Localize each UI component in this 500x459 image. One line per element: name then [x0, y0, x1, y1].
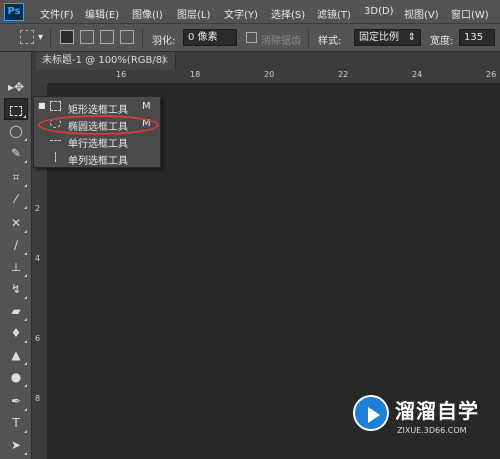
feather-input[interactable]: 0 像素 — [183, 29, 237, 46]
single-row-marquee-icon — [50, 140, 61, 141]
options-bar: ▾ 羽化: 0 像素 消除锯齿 样式: 固定比例 ⇕ 宽度: 135 — [0, 24, 500, 52]
watermark-title: 溜溜自学 — [395, 399, 479, 423]
flyout-item-rectangular-marquee[interactable]: ■ 矩形选框工具 M — [34, 98, 160, 116]
menu-edit[interactable]: 编辑(E) — [85, 6, 119, 21]
move-icon[interactable]: ▸✥ — [4, 76, 28, 98]
menu-view[interactable]: 视图(V) — [404, 6, 439, 21]
pen-icon[interactable]: ✒ — [4, 390, 28, 412]
ruler-tick-label: 24 — [412, 70, 423, 79]
new-selection-icon[interactable] — [60, 30, 74, 44]
path-select-icon[interactable]: ➤ — [4, 434, 28, 456]
menu-file[interactable]: 文件(F) — [40, 6, 74, 21]
close-icon[interactable]: × — [161, 52, 169, 70]
blur-icon[interactable]: ▲ — [4, 344, 28, 366]
crop-icon[interactable]: ⌗ — [4, 166, 28, 188]
tool-preset-arrow-icon[interactable]: ▾ — [38, 32, 43, 43]
style-select[interactable]: 固定比例 ⇕ — [354, 29, 421, 46]
eraser-icon[interactable]: ▰ — [4, 300, 28, 322]
tools-panel: ▸✥ ◯ ✎ ⌗ ⁄ ✕ ∕ ⊥ ↯ ▰ ♦ ▲ ● ✒ T ➤ — [0, 52, 32, 459]
watermark-url: ZIXUE.3D66.COM — [397, 426, 467, 435]
history-brush-icon[interactable]: ↯ — [4, 278, 28, 300]
bucket-icon[interactable]: ♦ — [4, 322, 28, 344]
divider — [50, 28, 51, 48]
stamp-icon[interactable]: ⊥ — [4, 256, 28, 278]
ruler-tick-label: 22 — [338, 70, 349, 79]
flyout-item-label: 矩形选框工具 — [68, 105, 128, 116]
brush-icon[interactable]: ∕ — [4, 234, 28, 256]
photoshop-logo: Ps — [4, 3, 24, 21]
menu-bar: Ps 文件(F) 编辑(E) 图像(I) 图层(L) 文字(Y) 选择(S) 滤… — [0, 0, 500, 24]
dodge-icon[interactable]: ● — [4, 366, 28, 388]
horizontal-ruler: 16 18 20 22 24 26 — [48, 70, 500, 84]
play-logo-icon — [353, 395, 389, 431]
menu-select[interactable]: 选择(S) — [271, 6, 305, 21]
divider — [142, 28, 143, 48]
ruler-tick-label: 8 — [35, 394, 41, 403]
active-bullet-icon: ■ — [38, 101, 46, 110]
highlight-annotation — [38, 115, 159, 135]
document-tab-title: 未标题-1 @ 100%(RGB/8) — [42, 55, 167, 66]
ruler-tick-label: 2 — [35, 204, 41, 213]
menu-window[interactable]: 窗口(W) — [451, 6, 489, 21]
intersect-selection-icon[interactable] — [120, 30, 134, 44]
add-selection-icon[interactable] — [80, 30, 94, 44]
menu-layer[interactable]: 图层(L) — [177, 6, 210, 21]
width-input[interactable]: 135 — [459, 29, 495, 46]
ruler-tick-label: 6 — [35, 334, 41, 343]
menu-3d[interactable]: 3D(D) — [364, 6, 394, 17]
width-label: 宽度: — [430, 36, 454, 47]
menu-filter[interactable]: 滤镜(T) — [317, 6, 351, 21]
flyout-item-single-column-marquee[interactable]: 单列选框工具 — [34, 149, 160, 167]
quick-select-icon[interactable]: ✎ — [4, 142, 28, 164]
watermark: 溜溜自学 ZIXUE.3D66.COM — [353, 389, 478, 444]
divider — [308, 28, 309, 48]
menu-image[interactable]: 图像(I) — [132, 6, 163, 21]
flyout-item-shortcut: M — [142, 101, 151, 112]
style-select-value: 固定比例 — [359, 32, 399, 43]
style-label: 样式: — [318, 36, 342, 47]
menu-type[interactable]: 文字(Y) — [224, 6, 258, 21]
healing-icon[interactable]: ✕ — [4, 212, 28, 234]
subtract-selection-icon[interactable] — [100, 30, 114, 44]
document-tabs: 未标题-1 @ 100%(RGB/8) × — [32, 52, 500, 70]
document-tab[interactable]: 未标题-1 @ 100%(RGB/8) × — [36, 52, 176, 70]
antialias-label: 消除锯齿 — [261, 36, 301, 47]
ruler-tick-label: 20 — [264, 70, 275, 79]
flyout-item-label: 单列选框工具 — [68, 156, 128, 167]
antialias-checkbox[interactable] — [246, 32, 257, 43]
marquee-icon[interactable] — [4, 98, 28, 120]
ruler-tick-label: 18 — [190, 70, 201, 79]
ruler-origin[interactable] — [32, 70, 48, 84]
ruler-tick-label: 16 — [116, 70, 127, 79]
eyedropper-icon[interactable]: ⁄ — [4, 188, 28, 210]
ruler-tick-label: 26 — [486, 70, 497, 79]
type-icon[interactable]: T — [4, 412, 28, 434]
single-column-marquee-icon — [55, 152, 56, 162]
ruler-tick-label: 4 — [35, 254, 41, 263]
chevron-down-icon: ⇕ — [407, 32, 416, 43]
feather-label: 羽化: — [152, 36, 176, 47]
flyout-item-label: 单行选框工具 — [68, 139, 128, 150]
tool-preset-icon[interactable] — [20, 30, 34, 44]
lasso-icon[interactable]: ◯ — [4, 120, 28, 142]
rectangular-marquee-icon — [50, 101, 61, 111]
